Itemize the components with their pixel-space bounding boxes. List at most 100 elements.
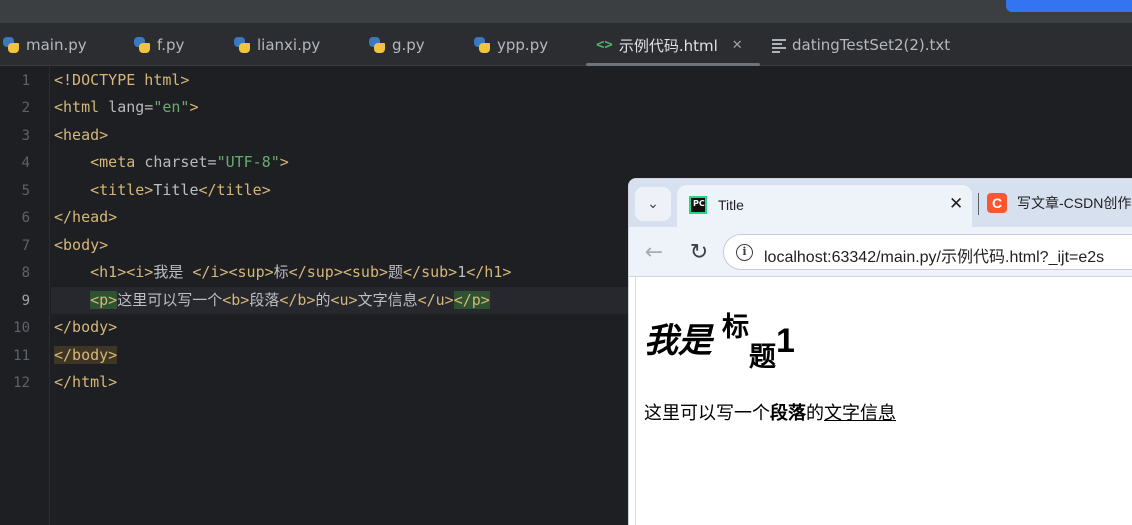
page-content: 我是 标题1 这里可以写一个段落的文字信息 xyxy=(635,277,1132,525)
line-number: 2 xyxy=(21,100,30,116)
code-line-11[interactable]: </body> xyxy=(54,342,118,369)
paragraph-bold: 段落 xyxy=(770,403,806,423)
line-number: 3 xyxy=(21,128,30,144)
code-token: 标 xyxy=(273,263,289,281)
tab-main-py[interactable]: main.py xyxy=(2,24,87,66)
matched-tag-highlight: </p> xyxy=(453,291,490,309)
code-token: 文字信息 xyxy=(357,291,418,309)
tab-label: f.py xyxy=(157,36,185,54)
code-line-3[interactable]: <head> xyxy=(54,122,108,149)
code-token: <b> xyxy=(222,291,250,309)
back-button[interactable]: ← xyxy=(639,237,669,267)
code-token: <h1><i> xyxy=(90,263,154,281)
run-button[interactable] xyxy=(1006,0,1132,12)
code-line-6[interactable]: </head> xyxy=(54,204,117,231)
chevron-down-icon: ⌄ xyxy=(647,196,659,212)
tab-label: main.py xyxy=(26,36,87,54)
code-token: "UTF-8" xyxy=(216,153,280,171)
code-token: charset= xyxy=(144,153,217,171)
reload-button[interactable]: ↻ xyxy=(684,237,714,267)
url-text[interactable]: localhost:63342/main.py/示例代码.html?_ijt=e… xyxy=(764,243,1104,267)
python-icon xyxy=(233,36,251,54)
line-number-current: 9 xyxy=(21,293,30,309)
tab-dating-txt[interactable]: datingTestSet2(2).txt xyxy=(772,24,950,66)
page-paragraph: 这里可以写一个段落的文字信息 xyxy=(644,399,896,425)
tab-label: 示例代码.html xyxy=(618,36,718,55)
browser-tab-active[interactable]: PC Title ✕ xyxy=(677,185,972,227)
reload-icon: ↻ xyxy=(689,239,709,265)
python-icon xyxy=(133,36,151,54)
code-line-2[interactable]: <html lang="en"> xyxy=(54,94,199,121)
code-token: </head> xyxy=(54,208,118,226)
heading-subscript: 题 xyxy=(749,342,776,372)
line-number: 4 xyxy=(21,155,30,171)
tab-ypp-py[interactable]: ypp.py xyxy=(473,24,548,66)
browser-tab-strip: ⌄ PC Title ✕ C 写文章-CSDN创作 xyxy=(629,179,1132,227)
code-token: </h1> xyxy=(466,263,512,281)
code-token: </b> xyxy=(279,291,316,309)
browser-tab-csdn[interactable]: 写文章-CSDN创作 xyxy=(1017,193,1131,213)
code-token: </u> xyxy=(417,291,454,309)
line-number: 6 xyxy=(21,210,30,226)
python-icon xyxy=(473,36,491,54)
line-number: 7 xyxy=(21,238,30,254)
code-line-1[interactable]: <!DOCTYPE html> xyxy=(54,67,189,94)
python-icon xyxy=(368,36,386,54)
tab-label: lianxi.py xyxy=(257,36,321,54)
tab-label: g.py xyxy=(392,36,425,54)
browser-toolbar: ← ↻ i localhost:63342/main.py/示例代码.html?… xyxy=(629,227,1132,277)
code-line-9[interactable]: <p>这里可以写一个<b>段落</b>的<u>文字信息</u></p> xyxy=(54,287,490,314)
heading-italic-text: 我是 xyxy=(644,322,712,360)
code-line-8[interactable]: <h1><i>我是 </i><sup>标</sup><sub>题</sub>1<… xyxy=(54,259,511,286)
line-number: 1 xyxy=(21,73,30,89)
line-number-gutter: 1 2 3 4 5 6 7 8 9 10 11 12 xyxy=(0,67,50,525)
code-token: </body> xyxy=(54,318,118,336)
editor-tab-bar: main.py f.py lianxi.py g.py ypp.py <> 示例… xyxy=(0,24,1132,66)
line-number: 8 xyxy=(21,265,30,281)
line-number: 10 xyxy=(13,320,30,336)
active-tab-indicator xyxy=(586,63,760,66)
tab-search-button[interactable]: ⌄ xyxy=(635,187,671,221)
code-token: 这里可以写一个 xyxy=(117,291,223,309)
arrow-left-icon: ← xyxy=(644,239,664,265)
code-line-7[interactable]: <body> xyxy=(54,232,108,259)
warning-tag-highlight: </body> xyxy=(54,346,118,364)
close-icon[interactable]: ✕ xyxy=(949,194,963,214)
title-bar xyxy=(0,0,1132,24)
tab-g-py[interactable]: g.py xyxy=(368,24,425,66)
code-line-10[interactable]: </body> xyxy=(54,314,117,341)
code-token: </title> xyxy=(198,181,271,199)
tab-lianxi-py[interactable]: lianxi.py xyxy=(233,24,320,66)
info-icon[interactable]: i xyxy=(736,244,753,261)
code-line-4[interactable]: <meta charset="UTF-8"> xyxy=(54,149,289,176)
code-token: 我是 xyxy=(153,263,193,281)
browser-tab-title: Title xyxy=(718,197,744,213)
page-heading: 我是 标题1 xyxy=(644,312,795,372)
code-token: 1 xyxy=(457,263,467,281)
tab-example-html[interactable]: <> 示例代码.html ✕ xyxy=(586,24,760,66)
heading-tail: 1 xyxy=(776,322,795,360)
line-number: 5 xyxy=(21,183,30,199)
paragraph-text: 这里可以写一个 xyxy=(644,403,770,423)
code-line-5[interactable]: <title>Title</title> xyxy=(54,177,271,204)
code-token: <head> xyxy=(54,126,109,144)
tab-divider xyxy=(978,193,979,215)
code-token: 段落 xyxy=(249,291,280,309)
code-token: </sup><sub> xyxy=(288,263,389,281)
code-token: <body> xyxy=(54,236,109,254)
tab-f-py[interactable]: f.py xyxy=(133,24,184,66)
html-icon: <> xyxy=(596,37,613,53)
heading-superscript: 标 xyxy=(722,312,749,342)
text-file-icon xyxy=(772,38,786,53)
line-number: 11 xyxy=(13,348,30,364)
browser-window: ⌄ PC Title ✕ C 写文章-CSDN创作 ← ↻ i localhos… xyxy=(628,178,1132,525)
close-icon[interactable]: ✕ xyxy=(732,38,743,53)
code-token: <!DOCTYPE html> xyxy=(54,71,190,89)
line-number: 12 xyxy=(13,375,30,391)
python-icon xyxy=(2,36,20,54)
code-line-12[interactable]: </html> xyxy=(54,369,117,396)
code-token: <title> xyxy=(90,181,154,199)
code-token: </html> xyxy=(54,373,118,391)
code-token: </i><sup> xyxy=(192,263,274,281)
address-bar[interactable]: i localhost:63342/main.py/示例代码.html?_ijt… xyxy=(723,234,1132,270)
